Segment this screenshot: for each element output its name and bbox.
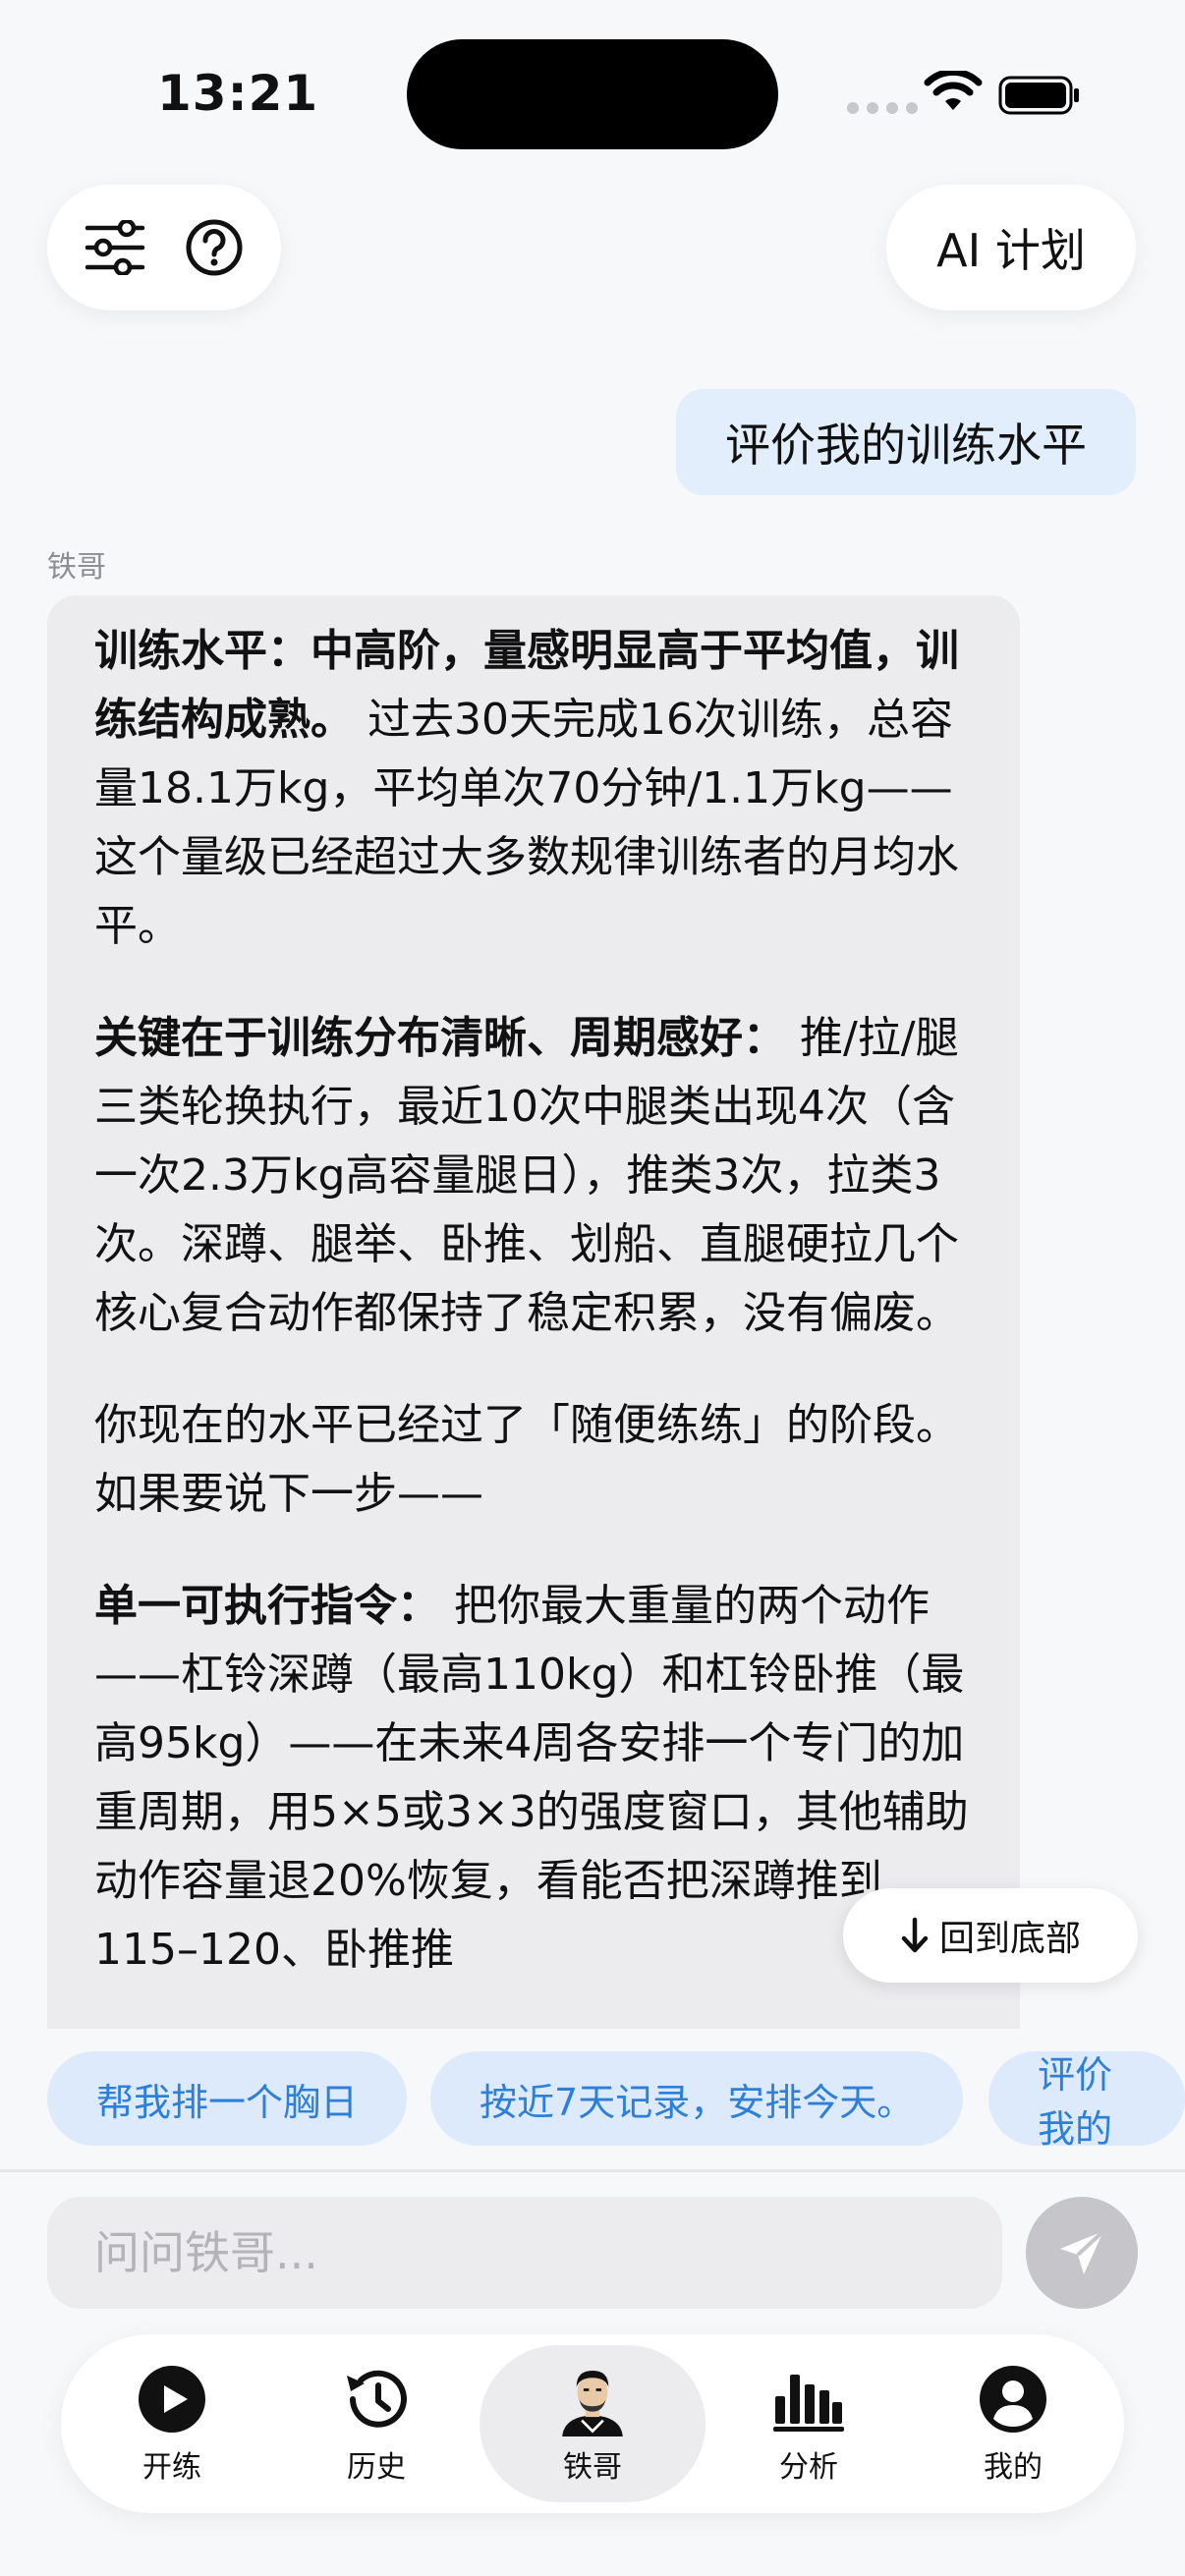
paragraph-text: 你现在的水平已经过了「随便练练」的阶段。如果要说下一步—— [94,1400,959,1519]
tab-analysis[interactable]: 分析 [707,2345,910,2502]
help-button[interactable] [175,208,254,287]
paragraph-heading: 关键在于训练分布清晰、周期感好： [94,1013,786,1063]
tab-coach[interactable]: 铁哥 [480,2345,705,2502]
coach-avatar-icon [555,2362,630,2436]
tab-label: 开练 [142,2450,201,2485]
history-icon [339,2362,414,2436]
tab-label: 分析 [779,2450,838,2485]
message-paragraph: 你现在的水平已经过了「随便练练」的阶段。如果要说下一步—— [94,1391,973,1529]
cellular-signal-icon [847,102,918,114]
suggestion-chip[interactable]: 按近7天记录，安排今天。 [430,2051,964,2146]
message-input[interactable] [47,2197,1002,2309]
paragraph-heading: 单一可执行指令： [94,1581,440,1631]
battery-icon [998,76,1079,115]
play-icon [135,2362,209,2436]
message-paragraph: 关键在于训练分布清晰、周期感好： 推/拉/腿三类轮换执行，最近10次中腿类出现4… [94,1004,973,1348]
chat-screen: 13:21 AI 计划 评价我的训练水平 铁哥 训练水平：中高阶，量感明显高于平… [0,0,1185,2576]
tab-start-workout[interactable]: 开练 [71,2345,273,2502]
suggestion-chip[interactable]: 帮我排一个胸日 [47,2051,408,2146]
tab-label: 铁哥 [563,2450,622,2485]
tab-bar: 开练 历史 铁哥 分析 我的 [61,2334,1124,2513]
help-icon [186,219,242,276]
dynamic-island [407,39,778,149]
suggestion-chip[interactable]: 评价我的 [988,2051,1185,2146]
tab-history[interactable]: 历史 [275,2345,478,2502]
user-message-bubble: 评价我的训练水平 [676,389,1136,495]
back-to-bottom-button[interactable]: 回到底部 [843,1888,1138,1983]
toolbar-pill [47,185,281,310]
back-to-bottom-label: 回到底部 [938,1919,1081,1959]
chat-messages[interactable]: 评价我的训练水平 铁哥 训练水平：中高阶，量感明显高于平均值，训练结构成熟。 过… [0,334,1185,2029]
bar-chart-icon [771,2362,846,2436]
send-button[interactable] [1026,2197,1138,2309]
arrow-down-icon [901,1917,929,1953]
message-paragraph: 训练水平：中高阶，量感明显高于平均值，训练结构成熟。 过去30天完成16次训练，… [94,617,973,961]
sliders-icon [85,220,144,275]
profile-icon [976,2362,1050,2436]
ai-plan-button[interactable]: AI 计划 [886,185,1136,310]
tab-label: 历史 [347,2450,406,2485]
divider [0,2169,1185,2172]
send-icon [1060,2229,1105,2274]
tab-label: 我的 [984,2450,1043,2485]
tab-profile[interactable]: 我的 [912,2345,1114,2502]
status-time: 13:21 [157,65,319,122]
wifi-icon [924,71,983,110]
ai-message-bubble: 训练水平：中高阶，量感明显高于平均值，训练结构成熟。 过去30天完成16次训练，… [47,595,1020,2029]
suggestion-chip-overflow: 评价我的 [988,2051,1185,2146]
suggestion-chips: 帮我排一个胸日 按近7天记录，安排今天。 [47,2051,964,2146]
settings-sliders-button[interactable] [76,208,154,287]
paragraph-text: 把你最大重量的两个动作——杠铃深蹲（最高110kg）和杠铃卧推（最高95kg）—… [94,1581,969,1975]
message-paragraph: 单一可执行指令： 把你最大重量的两个动作——杠铃深蹲（最高110kg）和杠铃卧推… [94,1572,973,1985]
sender-name: 铁哥 [47,550,106,585]
